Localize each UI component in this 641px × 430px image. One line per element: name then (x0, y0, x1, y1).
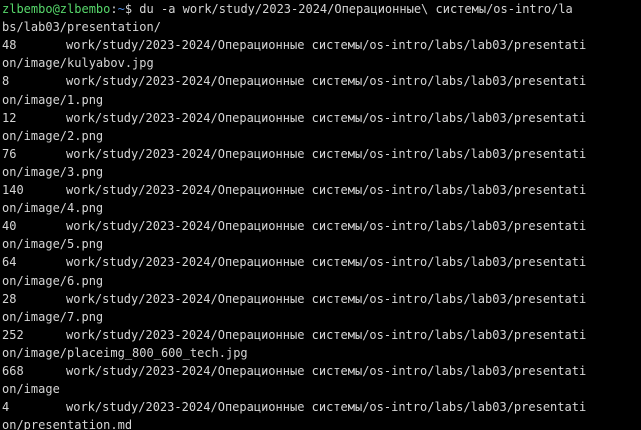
output-wrap-line: on/image/kulyabov.jpg (2, 56, 154, 70)
output-wrap-line: on/image/placeimg_800_600_tech.jpg (2, 346, 248, 360)
entry-size: 12 (2, 111, 17, 125)
command-wrap-line: bs/lab03/presentation/ (2, 20, 161, 34)
prompt-user-host: zlbembo@zlbembo (2, 2, 111, 16)
entry-path: work/study/2023-2024/Операционные систем… (66, 111, 587, 125)
entry-path: work/study/2023-2024/Операционные систем… (66, 74, 587, 88)
terminal-window[interactable]: zlbembo@zlbembo:~$ du -a work/study/2023… (0, 0, 641, 430)
entry-path: work/study/2023-2024/Операционные систем… (66, 219, 587, 233)
output-wrap-line: on/image/3.png (2, 165, 104, 179)
entry-size: 40 (2, 219, 17, 233)
entry-size: 252 (2, 328, 24, 342)
entry-path: work/study/2023-2024/Операционные систем… (66, 147, 587, 161)
entry-size: 28 (2, 292, 17, 306)
command-text: du -a work/study/2023-2024/Операционные\… (139, 2, 573, 16)
output-line: 4 work/study/2023-2024/Операционные систе… (2, 398, 586, 416)
output-line: 28 work/study/2023-2024/Операционные сист… (2, 290, 586, 308)
output-line: 48 work/study/2023-2024/Операционные сист… (2, 36, 586, 54)
output-wrap-line: on/presentation.md (2, 418, 133, 430)
entry-size: 140 (2, 183, 24, 197)
entry-size: 668 (2, 364, 24, 378)
output-wrap-line: on/image/5.png (2, 237, 104, 251)
output-line: 12 work/study/2023-2024/Операционные сист… (2, 109, 586, 127)
output-line: 40 work/study/2023-2024/Операционные сист… (2, 217, 586, 235)
entry-size: 64 (2, 255, 17, 269)
output-line: 668 work/study/2023-2024/Операционные сис… (2, 362, 586, 380)
entry-path: work/study/2023-2024/Операционные систем… (66, 328, 587, 342)
output-wrap-line: on/image/2.png (2, 129, 104, 143)
output-line: 140 work/study/2023-2024/Операционные сис… (2, 181, 586, 199)
entry-path: work/study/2023-2024/Операционные систем… (66, 38, 587, 52)
command-line: zlbembo@zlbembo:~$ du -a work/study/2023… (2, 0, 573, 18)
entry-size: 48 (2, 38, 17, 52)
entry-size: 8 (2, 74, 10, 88)
prompt-path: ~ (117, 2, 125, 16)
prompt-separator: : (110, 2, 118, 16)
output-line: 8 work/study/2023-2024/Операционные систе… (2, 72, 586, 90)
entry-size: 76 (2, 147, 17, 161)
entry-size: 4 (2, 400, 10, 414)
output-line: 252 work/study/2023-2024/Операционные сис… (2, 326, 586, 344)
output-line: 64 work/study/2023-2024/Операционные сист… (2, 253, 586, 271)
output-wrap-line: on/image/1.png (2, 93, 104, 107)
prompt-symbol: $ (124, 2, 140, 16)
output-wrap-line: on/image/6.png (2, 274, 104, 288)
entry-path: work/study/2023-2024/Операционные систем… (66, 364, 587, 378)
output-wrap-line: on/image/7.png (2, 310, 104, 324)
entry-path: work/study/2023-2024/Операционные систем… (66, 292, 587, 306)
entry-path: work/study/2023-2024/Операционные систем… (66, 400, 587, 414)
output-wrap-line: on/image (2, 382, 60, 396)
entry-path: work/study/2023-2024/Операционные систем… (66, 183, 587, 197)
output-wrap-line: on/image/4.png (2, 201, 104, 215)
output-line: 76 work/study/2023-2024/Операционные сист… (2, 145, 586, 163)
entry-path: work/study/2023-2024/Операционные систем… (66, 255, 587, 269)
